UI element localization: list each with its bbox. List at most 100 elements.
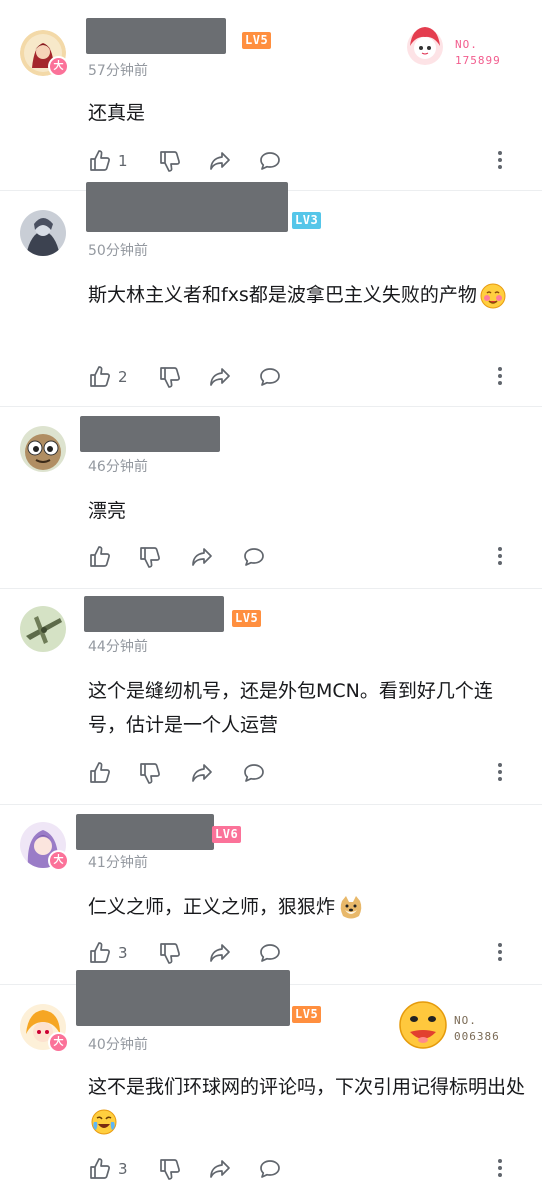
comment-actions xyxy=(88,544,528,570)
comment-actions: 2 xyxy=(88,364,528,390)
thumbs-down-icon xyxy=(160,1159,180,1180)
chat-bubble-icon xyxy=(260,368,280,386)
thumbs-up-icon xyxy=(90,762,110,783)
username-redacted[interactable] xyxy=(86,18,226,54)
level-badge: LV5 xyxy=(232,610,262,627)
more-vertical-icon[interactable] xyxy=(498,943,502,964)
comment-text: 仁义之师，正义之师，狠狠炸 xyxy=(88,890,528,924)
thumbs-up-icon xyxy=(90,366,110,387)
share-arrow-icon xyxy=(210,368,230,386)
more-vertical-icon[interactable] xyxy=(498,1159,502,1180)
vip-badge: 大 xyxy=(48,850,69,871)
comment-time: 41分钟前 xyxy=(88,855,148,871)
more-vertical-icon[interactable] xyxy=(498,763,502,784)
dislike-button[interactable] xyxy=(138,760,162,786)
share-arrow-icon xyxy=(192,764,212,782)
dislike-button[interactable] xyxy=(158,1156,182,1182)
username-redacted[interactable] xyxy=(84,596,224,632)
thumbs-up-icon xyxy=(90,1158,110,1179)
vip-badge: 大 xyxy=(48,1032,69,1053)
username-redacted[interactable] xyxy=(76,814,214,850)
more-vertical-icon[interactable] xyxy=(498,367,502,388)
comment-actions: 3 xyxy=(88,1156,528,1182)
share-button[interactable] xyxy=(190,544,214,570)
reply-button[interactable] xyxy=(258,1156,282,1182)
vip-badge: 大 xyxy=(48,56,69,77)
reply-button[interactable] xyxy=(258,148,282,174)
dislike-button[interactable] xyxy=(158,148,182,174)
comment-time: 40分钟前 xyxy=(88,1037,148,1053)
share-button[interactable] xyxy=(208,1156,232,1182)
comment-text: 这个是缝纫机号，还是外包MCN。看到好几个连号，估计是一个人运营 xyxy=(88,680,493,736)
thumbs-down-icon xyxy=(140,547,160,568)
like-button[interactable]: 3 xyxy=(88,1156,128,1182)
avatar[interactable] xyxy=(20,210,66,256)
share-button[interactable] xyxy=(208,148,232,174)
comment-item: 大 LV6 41分钟前 仁义之师，正义之师，狠狠炸 3 xyxy=(0,804,542,984)
chat-bubble-icon xyxy=(260,944,280,962)
comment-text-body: 这不是我们环球网的评论吗，下次引用记得标明出处 xyxy=(88,1076,526,1098)
username-redacted[interactable] xyxy=(76,970,290,1026)
reply-button[interactable] xyxy=(258,940,282,966)
fan-medal: NO. 175899 xyxy=(400,20,520,70)
more-vertical-icon[interactable] xyxy=(498,547,502,568)
thumbs-up-icon xyxy=(90,546,110,567)
comment-time: 50分钟前 xyxy=(88,243,148,259)
comment-text: 斯大林主义者和fxs都是波拿巴主义失败的产物 xyxy=(88,278,528,312)
level-badge: LV6 xyxy=(212,826,242,843)
comment-text: 这不是我们环球网的评论吗，下次引用记得标明出处 xyxy=(88,1070,528,1138)
reply-button[interactable] xyxy=(242,760,266,786)
comment-item: LV5 44分钟前 这个是缝纫机号，还是外包MCN。看到好几个连号，估计是一个人… xyxy=(0,588,542,804)
comment-item: 46分钟前 漂亮 xyxy=(0,406,542,588)
thumbs-up-icon xyxy=(90,942,110,963)
thumbs-down-icon xyxy=(140,763,160,784)
dislike-button[interactable] xyxy=(138,544,162,570)
share-button[interactable] xyxy=(190,760,214,786)
username-redacted[interactable] xyxy=(86,182,288,232)
thumbs-down-icon xyxy=(160,367,180,388)
fan-number: 175899 xyxy=(455,54,501,67)
reply-button[interactable] xyxy=(242,544,266,570)
comment-item: 大 LV5 40分钟前 NO. 006386 这不是我们环球网的评论吗，下次引用… xyxy=(0,970,542,1200)
like-button[interactable] xyxy=(88,760,112,786)
comment-actions: 1 xyxy=(88,148,528,174)
share-button[interactable] xyxy=(208,940,232,966)
avatar[interactable] xyxy=(20,426,66,472)
like-button[interactable]: 1 xyxy=(88,148,128,174)
dislike-button[interactable] xyxy=(158,940,182,966)
like-button[interactable] xyxy=(88,544,112,570)
dislike-button[interactable] xyxy=(158,364,182,390)
share-arrow-icon xyxy=(210,944,230,962)
thumbs-down-icon xyxy=(160,943,180,964)
avatar[interactable] xyxy=(20,606,66,652)
comment-text: 漂亮 xyxy=(88,500,127,522)
fan-medal-icon xyxy=(399,1001,447,1049)
level-badge: LV5 xyxy=(292,1006,322,1023)
like-count: 2 xyxy=(118,368,128,386)
more-vertical-icon[interactable] xyxy=(498,151,502,172)
chat-bubble-icon xyxy=(260,152,280,170)
level-badge: LV3 xyxy=(292,212,322,229)
like-button[interactable]: 2 xyxy=(88,364,128,390)
reply-button[interactable] xyxy=(258,364,282,390)
fan-number: 006386 xyxy=(454,1030,500,1043)
chat-bubble-icon xyxy=(244,764,264,782)
fan-medal: NO. 006386 xyxy=(398,1000,528,1050)
blush-emoji-icon xyxy=(480,283,506,308)
thumbs-down-icon xyxy=(160,151,180,172)
like-count: 3 xyxy=(118,1160,128,1178)
share-button[interactable] xyxy=(208,364,232,390)
comment-text-body: 斯大林主义者和fxs都是波拿巴主义失败的产物 xyxy=(88,284,477,306)
comment-item: LV3 50分钟前 斯大林主义者和fxs都是波拿巴主义失败的产物 2 xyxy=(0,182,542,406)
chat-bubble-icon xyxy=(244,548,264,566)
comment-time: 46分钟前 xyxy=(88,459,148,475)
comment-item: 大 LV5 57分钟前 NO. 175899 还真是 1 xyxy=(0,0,542,190)
fan-no-label: NO. xyxy=(454,1014,477,1027)
comment-text: 还真是 xyxy=(88,102,146,124)
like-count: 3 xyxy=(118,944,128,962)
username-redacted[interactable] xyxy=(80,416,220,452)
level-badge: LV5 xyxy=(242,32,272,49)
laughing-crying-emoji-icon xyxy=(91,1109,117,1134)
share-arrow-icon xyxy=(210,1160,230,1178)
like-button[interactable]: 3 xyxy=(88,940,128,966)
